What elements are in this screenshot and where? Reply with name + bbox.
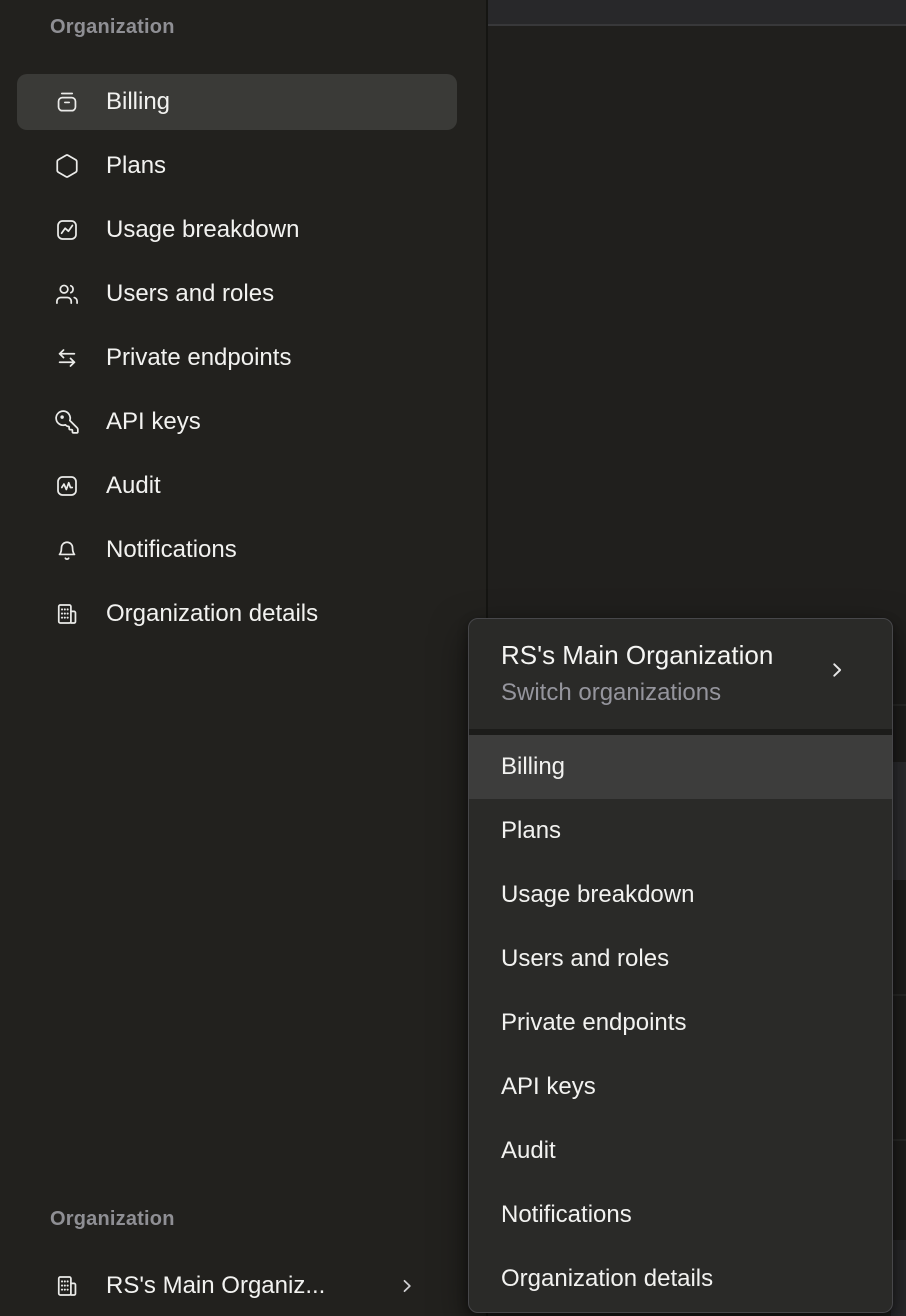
key-icon [54, 409, 80, 435]
popup-item-label: Organization details [501, 1265, 713, 1293]
sidebar-item-label: API keys [106, 408, 201, 436]
popup-org-title: RS's Main Organization [501, 639, 822, 672]
popup-menu-items: Billing Plans Usage breakdown Users and rol… [469, 735, 892, 1311]
sidebar-item-label: Usage breakdown [106, 216, 299, 244]
sidebar-nav: Billing Plans Usage breakdown Users and rol… [17, 74, 457, 650]
popup-item-label: Usage breakdown [501, 881, 694, 909]
popup-item-label: Plans [501, 817, 561, 845]
background-row-divider [891, 994, 906, 996]
sidebar-item-label: Billing [106, 88, 170, 116]
sidebar-item-private-endpoints[interactable]: Private endpoints [17, 330, 457, 386]
sidebar-item-usage-breakdown[interactable]: Usage breakdown [17, 202, 457, 258]
sidebar-item-users-and-roles[interactable]: Users and roles [17, 266, 457, 322]
popup-item-label: Audit [501, 1137, 556, 1165]
sidebar-item-api-keys[interactable]: API keys [17, 394, 457, 450]
popup-item-label: Notifications [501, 1201, 632, 1229]
background-row-highlight [891, 762, 906, 880]
chevron-right-icon [397, 1276, 417, 1296]
sidebar-item-label: Notifications [106, 536, 237, 564]
sidebar-item-label: Organization details [106, 600, 318, 628]
popup-item-notifications[interactable]: Notifications [469, 1183, 892, 1247]
sidebar-item-notifications[interactable]: Notifications [17, 522, 457, 578]
building-icon [54, 1273, 80, 1299]
bell-icon [54, 537, 80, 563]
popup-item-billing[interactable]: Billing [469, 735, 892, 799]
footer-org-switcher[interactable]: RS's Main Organiz... [17, 1258, 457, 1314]
popup-item-label: Users and roles [501, 945, 669, 973]
popup-item-private-endpoints[interactable]: Private endpoints [469, 991, 892, 1055]
sidebar-item-label: Plans [106, 152, 166, 180]
sidebar-item-label: Private endpoints [106, 344, 291, 372]
popup-item-plans[interactable]: Plans [469, 799, 892, 863]
audit-pulse-icon [54, 473, 80, 499]
background-row-divider [891, 1139, 906, 1141]
sidebar-item-label: Users and roles [106, 280, 274, 308]
popup-item-usage-breakdown[interactable]: Usage breakdown [469, 863, 892, 927]
sidebar-item-audit[interactable]: Audit [17, 458, 457, 514]
sidebar-section-label: Organization [50, 16, 175, 39]
popup-item-audit[interactable]: Audit [469, 1119, 892, 1183]
sidebar-item-organization-details[interactable]: Organization details [17, 586, 457, 642]
popup-org-header[interactable]: RS's Main Organization Switch organizati… [469, 619, 892, 729]
popup-item-users-and-roles[interactable]: Users and roles [469, 927, 892, 991]
popup-item-label: API keys [501, 1073, 596, 1101]
popup-item-api-keys[interactable]: API keys [469, 1055, 892, 1119]
hexagon-icon [54, 153, 80, 179]
popup-item-label: Billing [501, 753, 565, 781]
chevron-right-icon [826, 659, 848, 681]
footer-section-label: Organization [50, 1208, 175, 1231]
sidebar-item-plans[interactable]: Plans [17, 138, 457, 194]
sidebar-item-billing[interactable]: Billing [17, 74, 457, 130]
background-row-divider [891, 704, 906, 706]
swap-arrows-icon [54, 345, 80, 371]
chart-trend-icon [54, 217, 80, 243]
background-row-highlight [891, 1240, 906, 1316]
popup-org-subtitle: Switch organizations [501, 679, 822, 707]
popup-item-organization-details[interactable]: Organization details [469, 1247, 892, 1311]
sidebar-item-label: Audit [106, 472, 161, 500]
sidebar: Organization Billing Plans Usage breakdown… [0, 0, 488, 1316]
org-menu-popup: RS's Main Organization Switch organizati… [468, 618, 893, 1313]
footer-org-name: RS's Main Organiz... [106, 1272, 325, 1300]
building-icon [54, 601, 80, 627]
content-topbar [488, 0, 906, 26]
users-icon [54, 281, 80, 307]
billing-icon [54, 89, 80, 115]
popup-item-label: Private endpoints [501, 1009, 686, 1037]
